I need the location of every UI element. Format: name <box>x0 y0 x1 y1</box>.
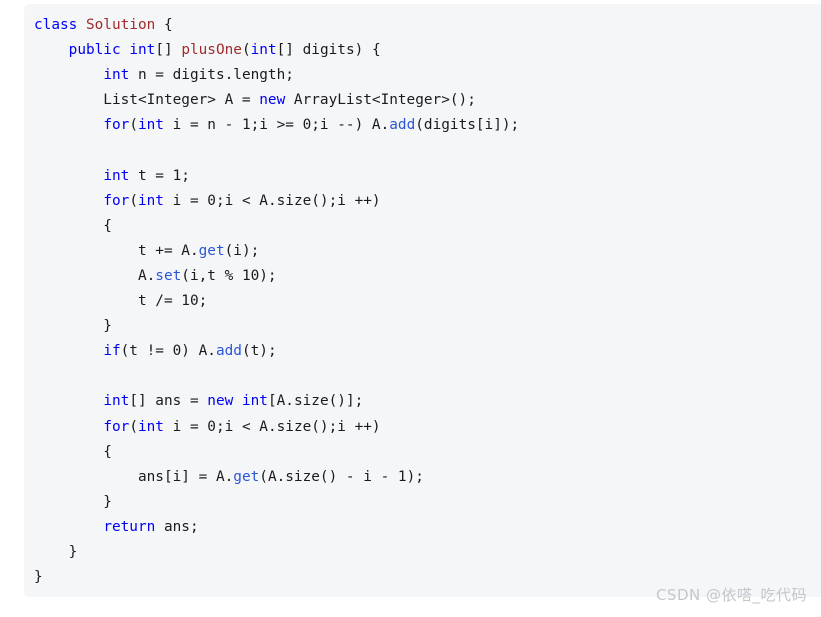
code-token: t /= 10; <box>34 293 208 310</box>
code-line: List<Integer> A = new ArrayList<Integer>… <box>24 88 821 113</box>
code-token: int <box>137 117 164 134</box>
code-token: int <box>129 42 156 59</box>
code-line: t /= 10; <box>24 289 821 314</box>
code-block: class Solution { public int[] plusOne(in… <box>24 4 821 597</box>
code-line: for(int i = 0;i < A.size();i ++) <box>24 415 821 440</box>
code-line: class Solution { <box>24 13 821 38</box>
code-line: return ans; <box>24 515 821 540</box>
code-token: int <box>137 418 164 435</box>
code-token: ( <box>129 117 138 134</box>
code-line: } <box>24 540 821 565</box>
code-token: new <box>259 92 286 109</box>
code-token: new <box>207 393 234 410</box>
code-line: for(int i = n - 1;i >= 0;i --) A.add(dig… <box>24 113 821 138</box>
code-token: return <box>103 518 156 535</box>
code-line: { <box>24 440 821 465</box>
code-token: ans; <box>155 518 199 535</box>
code-token: int <box>103 167 130 184</box>
code-line: int n = digits.length; <box>24 63 821 88</box>
code-token: } <box>34 543 78 560</box>
code-token: (t); <box>241 343 277 360</box>
code-listing: class Solution { public int[] plusOne(in… <box>24 13 821 590</box>
code-token: { <box>34 443 112 460</box>
code-token: for <box>103 418 130 435</box>
code-token: i = 0;i < A.size();i ++) <box>163 192 381 209</box>
csdn-watermark: CSDN @依嗒_吃代码 <box>655 586 807 604</box>
code-token: { <box>163 17 173 33</box>
code-line: } <box>24 490 821 515</box>
code-line: int[] ans = new int[A.size()]; <box>24 389 821 414</box>
code-token: [A.size()]; <box>267 393 364 410</box>
code-token: class <box>34 17 86 33</box>
code-token: (t != 0) A. <box>120 343 216 360</box>
code-line: ans[i] = A.get(A.size() - i - 1); <box>24 465 821 490</box>
code-line: { <box>24 214 821 239</box>
code-token: { <box>34 217 112 234</box>
code-token: i = 0;i < A.size();i ++) <box>163 418 381 435</box>
code-token: if <box>103 343 121 360</box>
code-token: int <box>103 393 130 410</box>
code-token: int <box>103 67 130 84</box>
code-token: ans[i] = A. <box>34 468 234 485</box>
code-token: public <box>68 42 130 59</box>
code-token: (i,t % 10); <box>181 267 277 284</box>
code-token: } <box>34 569 43 586</box>
code-line: A.set(i,t % 10); <box>24 264 821 289</box>
code-token: t += A. <box>34 242 199 259</box>
code-token: set <box>155 267 182 284</box>
code-token: A. <box>34 267 156 284</box>
code-token: (digits[i]); <box>415 117 520 134</box>
code-token: [] ans = <box>129 393 208 410</box>
code-line: public int[] plusOne(int[] digits) { <box>24 38 821 63</box>
code-line: int t = 1; <box>24 164 821 189</box>
code-token: List<Integer> A = <box>34 92 260 109</box>
code-token: [] digits) { <box>276 42 381 59</box>
code-token: n = digits.length; <box>129 67 294 84</box>
code-token: plusOne <box>181 42 242 59</box>
code-token: (i); <box>224 242 260 259</box>
code-token: int <box>250 42 277 59</box>
code-token: int <box>241 393 268 410</box>
code-token: ( <box>129 418 138 435</box>
code-token: add <box>215 343 242 360</box>
code-token: t = 1; <box>129 167 190 184</box>
code-token: add <box>389 117 416 134</box>
code-token: for <box>103 117 130 134</box>
code-token: [] <box>155 42 182 59</box>
code-token: for <box>103 192 130 209</box>
code-token: } <box>34 493 112 510</box>
code-token: } <box>34 318 112 335</box>
code-token: i = n - 1;i >= 0;i --) A. <box>163 117 390 134</box>
code-token: (A.size() - i - 1); <box>259 468 424 485</box>
code-token: ( <box>241 42 251 59</box>
code-token: ArrayList<Integer>(); <box>285 92 476 109</box>
code-token: get <box>198 242 225 259</box>
code-token: get <box>233 468 260 485</box>
code-token: int <box>137 192 164 209</box>
code-line: if(t != 0) A.add(t); <box>24 339 821 364</box>
code-line: t += A.get(i); <box>24 239 821 264</box>
code-token: ( <box>129 192 138 209</box>
code-line: for(int i = 0;i < A.size();i ++) <box>24 189 821 214</box>
code-token: Solution <box>85 17 164 33</box>
code-line: } <box>24 314 821 339</box>
